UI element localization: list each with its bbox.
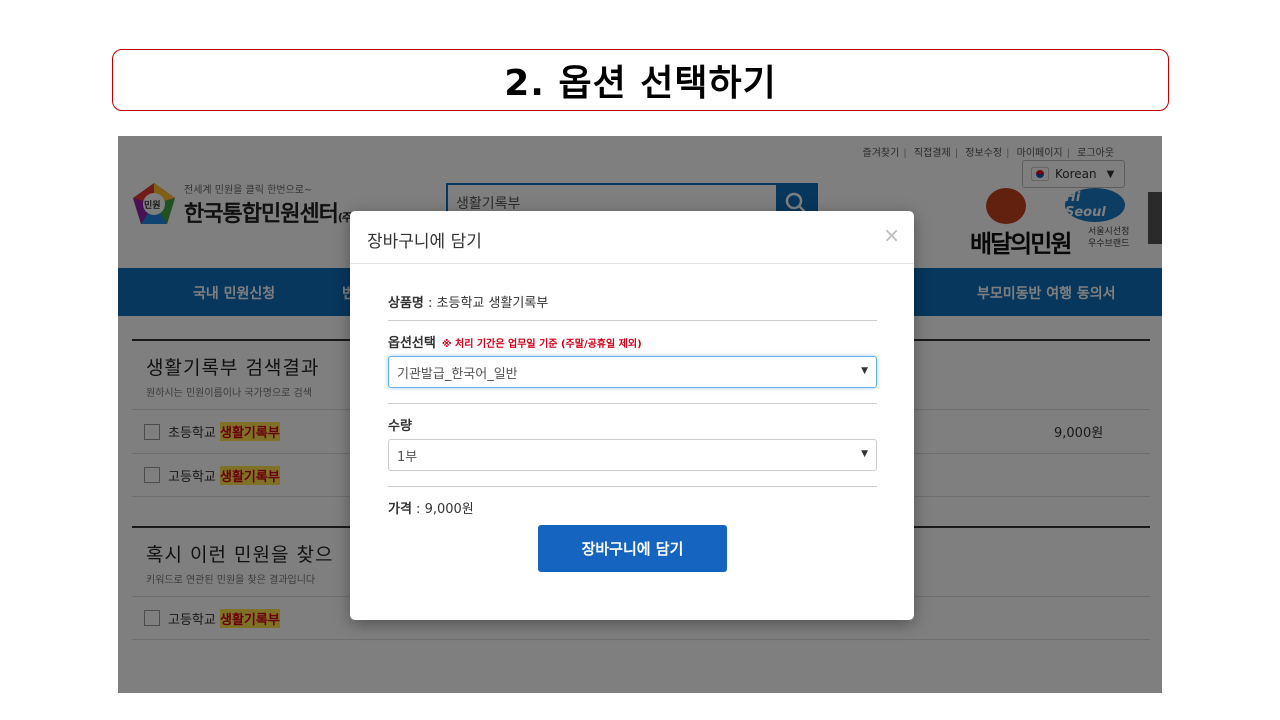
price-value: : 9,000원 [411,502,474,517]
add-to-cart-button[interactable]: 장바구니에 담기 [538,525,727,572]
modal-title: 장바구니에 담기 [367,232,482,252]
price-row: 가격 : 9,000원 [388,498,474,517]
product-value: : 초등학교 생활기록부 [423,296,549,311]
divider [388,486,877,487]
quantity-label: 수량 [388,419,412,434]
option-selected-value: 기관발급_한국어_일반 [397,366,518,382]
product-label: 상품명 [388,296,424,311]
slide-title-box: 2. 옵션 선택하기 [112,49,1169,111]
select-arrow-icon: ▼ [861,366,868,376]
option-select[interactable]: 기관발급_한국어_일반 ▼ [388,356,877,388]
select-arrow-icon: ▼ [861,449,868,459]
quantity-selected-value: 1부 [397,449,418,465]
cart-modal: 장바구니에 담기 × 상품명 : 초등학교 생활기록부 옵션선택 ※ 처리 기간은… [350,211,914,620]
divider [388,320,877,321]
option-label-row: 옵션선택 ※ 처리 기간은 업무일 기준 (주말/공휴일 제외) [388,332,642,351]
option-note: ※ 처리 기간은 업무일 기준 (주말/공휴일 제외) [441,339,642,350]
quantity-label-row: 수량 [388,415,412,434]
slide-title: 2. 옵션 선택하기 [504,63,777,104]
modal-header: 장바구니에 담기 × [350,211,914,264]
price-label: 가격 [388,502,412,517]
divider [388,403,877,404]
option-label: 옵션선택 [388,336,436,351]
quantity-select[interactable]: 1부 ▼ [388,439,877,471]
product-name-row: 상품명 : 초등학교 생활기록부 [388,292,548,311]
close-icon[interactable]: × [883,223,900,247]
